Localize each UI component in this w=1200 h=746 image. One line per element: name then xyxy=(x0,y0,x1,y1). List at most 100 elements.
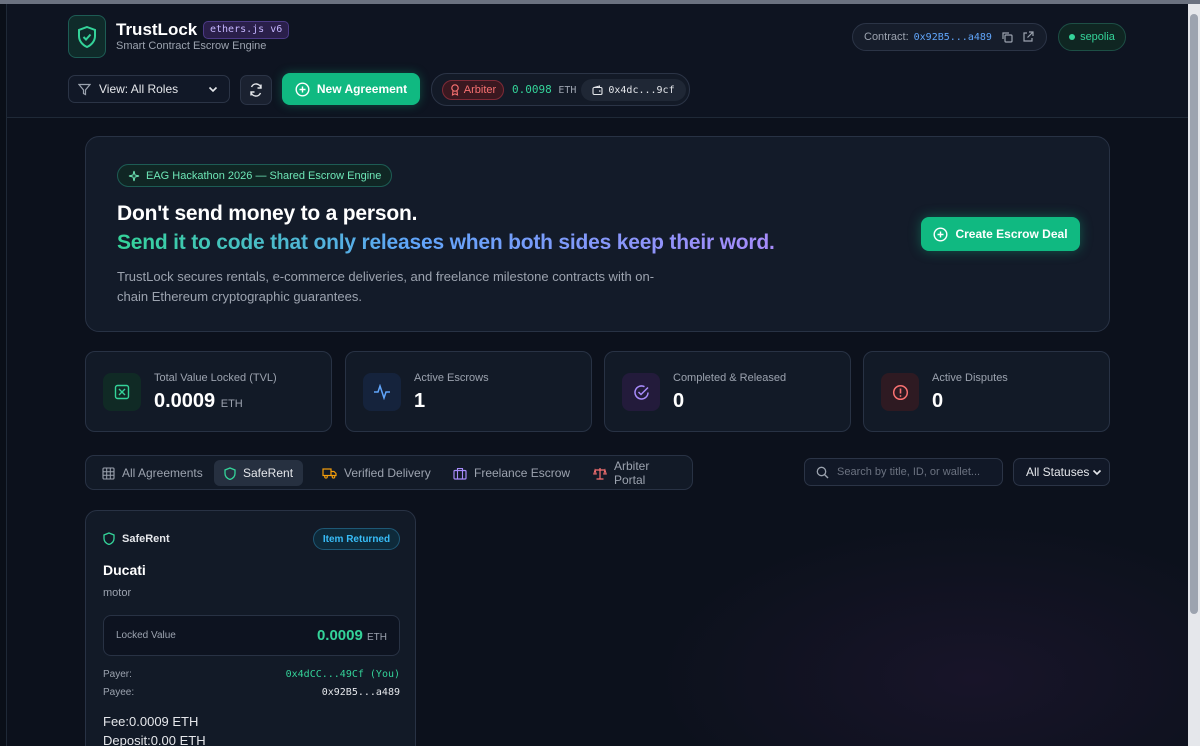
tab-arbiter-portal[interactable]: Arbiter Portal xyxy=(583,459,692,487)
network-status-dot xyxy=(1069,34,1076,40)
app-header: TrustLock ethers.js v6 Smart Contract Es… xyxy=(7,4,1188,118)
wallet-address-chip[interactable]: 0x4dc...9cf xyxy=(581,79,686,101)
hackathon-label: EAG Hackathon 2026 — Shared Escrow Engin… xyxy=(146,169,382,182)
payer-label: Payer: xyxy=(103,669,132,680)
stat-value: 0 xyxy=(673,390,685,412)
external-link-icon[interactable] xyxy=(1022,31,1034,43)
status-filter-select[interactable]: All Statuses xyxy=(1013,458,1110,486)
plus-circle-icon xyxy=(933,226,948,242)
tab-all-agreements[interactable]: All Agreements xyxy=(92,460,213,486)
locked-value-label: Locked Value xyxy=(116,630,176,641)
hero-description: TrustLock secures rentals, e-commerce de… xyxy=(117,269,655,304)
award-icon xyxy=(450,84,460,96)
network-name: sepolia xyxy=(1080,31,1115,43)
hero-subheadline: Send it to code that only releases when … xyxy=(117,231,775,254)
network-badge: sepolia xyxy=(1058,23,1126,51)
refresh-button[interactable] xyxy=(240,75,272,105)
deposit-text: Deposit:0.00 ETH xyxy=(103,733,206,746)
locked-amount: 0.0009 xyxy=(316,627,363,644)
new-agreement-button[interactable]: New Agreement xyxy=(282,73,420,105)
status-badge: Item Returned xyxy=(313,528,400,550)
tab-freelance-escrow[interactable]: Freelance Escrow xyxy=(443,460,580,486)
payee-address: 0x92B5...a489 xyxy=(321,687,400,698)
tab-label: Verified Delivery xyxy=(344,466,431,480)
background-glow xyxy=(650,520,1190,746)
hero-headline: Don't send money to a person. xyxy=(117,202,418,225)
wallet-balance: 0.0098 ETH xyxy=(512,83,576,96)
copy-icon[interactable] xyxy=(1001,31,1013,43)
wallet-address: 0x4dc...9cf xyxy=(608,84,675,96)
agreement-type-label: SafeRent xyxy=(122,532,170,545)
view-role-select[interactable]: View: All Roles xyxy=(68,75,230,103)
grid-icon xyxy=(102,466,115,480)
scrollbar-thumb[interactable] xyxy=(1190,14,1198,614)
filter-icon xyxy=(78,83,91,96)
refresh-icon xyxy=(249,83,263,97)
wallet-info: Arbiter 0.0098 ETH 0x4dc...9cf xyxy=(431,73,690,106)
stat-card-tvl: Total Value Locked (TVL) 0.0009 ETH xyxy=(85,351,332,432)
status-filter-label: All Statuses xyxy=(1026,465,1090,479)
tab-label: Freelance Escrow xyxy=(474,466,571,480)
locked-value-box: Locked Value 0.0009 ETH xyxy=(103,615,400,656)
agreement-type: SafeRent xyxy=(103,532,170,545)
payer-row: Payer: 0x4dCC...49Cf (You) xyxy=(103,669,400,680)
category-tabs: All Agreements SafeRent Verified Deliver… xyxy=(85,455,693,490)
stat-label: Active Escrows xyxy=(414,372,489,384)
balance-value: 0.0098 xyxy=(512,83,552,96)
tvl-value: 0.0009 xyxy=(154,390,216,412)
contract-address: 0x92B5...a489 xyxy=(913,31,992,43)
tvl-unit: ETH xyxy=(220,398,243,410)
payer-address: 0x4dCC...49Cf (You) xyxy=(285,669,400,680)
tvl-icon xyxy=(103,373,141,411)
search-input[interactable] xyxy=(837,466,997,478)
search-icon xyxy=(816,466,829,479)
balance-unit: ETH xyxy=(558,85,577,96)
tab-label: All Agreements xyxy=(122,466,203,480)
library-badge: ethers.js v6 xyxy=(203,21,290,39)
agreement-title: Ducati xyxy=(103,562,146,578)
contract-label: Contract: xyxy=(864,31,909,43)
tab-saferent[interactable]: SafeRent xyxy=(214,460,304,486)
create-escrow-label: Create Escrow Deal xyxy=(955,227,1068,241)
shield-icon xyxy=(224,466,236,480)
tab-label: SafeRent xyxy=(243,466,294,480)
search-box[interactable] xyxy=(804,458,1003,486)
contract-pill[interactable]: Contract: 0x92B5...a489 xyxy=(852,23,1047,51)
tab-verified-delivery[interactable]: Verified Delivery xyxy=(312,460,441,486)
wallet-icon xyxy=(592,84,603,96)
create-escrow-button[interactable]: Create Escrow Deal xyxy=(921,217,1080,251)
left-edge xyxy=(0,4,7,746)
agreement-description: motor xyxy=(103,587,132,599)
new-agreement-label: New Agreement xyxy=(316,82,408,96)
truck-icon xyxy=(322,467,337,479)
hero-banner: EAG Hackathon 2026 — Shared Escrow Engin… xyxy=(85,136,1110,332)
brand-name: TrustLock xyxy=(116,20,198,39)
stat-label: Total Value Locked (TVL) xyxy=(154,372,277,384)
role-label: Arbiter xyxy=(463,84,497,96)
view-select-label: View: All Roles xyxy=(99,82,179,96)
stat-value: 0 xyxy=(932,390,944,412)
stat-value: 0.0009 ETH xyxy=(154,390,243,413)
plus-circle-icon xyxy=(295,81,310,97)
stat-card-completed: Completed & Released 0 xyxy=(604,351,851,432)
stat-card-disputes: Active Disputes 0 xyxy=(863,351,1110,432)
stat-label: Active Disputes xyxy=(932,372,1008,384)
check-circle-icon xyxy=(622,373,660,411)
shield-logo-icon xyxy=(68,15,106,58)
activity-icon xyxy=(363,373,401,411)
fee-text: Fee:0.0009 ETH xyxy=(103,714,199,729)
payee-label: Payee: xyxy=(103,687,135,698)
sparkles-icon xyxy=(128,170,140,182)
locked-value: 0.0009 ETH xyxy=(317,627,387,644)
tab-label: Arbiter Portal xyxy=(614,459,650,487)
chevron-down-icon xyxy=(1091,466,1103,481)
payee-row: Payee: 0x92B5...a489 xyxy=(103,687,400,698)
locked-unit: ETH xyxy=(367,632,387,643)
hackathon-badge: EAG Hackathon 2026 — Shared Escrow Engin… xyxy=(117,164,393,187)
stat-label: Completed & Released xyxy=(673,372,787,384)
scale-icon xyxy=(593,467,607,480)
briefcase-icon xyxy=(453,467,467,480)
agreement-card[interactable]: SafeRent Item Returned Ducati motor Lock… xyxy=(85,510,416,746)
brand-subtitle: Smart Contract Escrow Engine xyxy=(116,40,267,52)
chevron-down-icon xyxy=(207,83,219,98)
